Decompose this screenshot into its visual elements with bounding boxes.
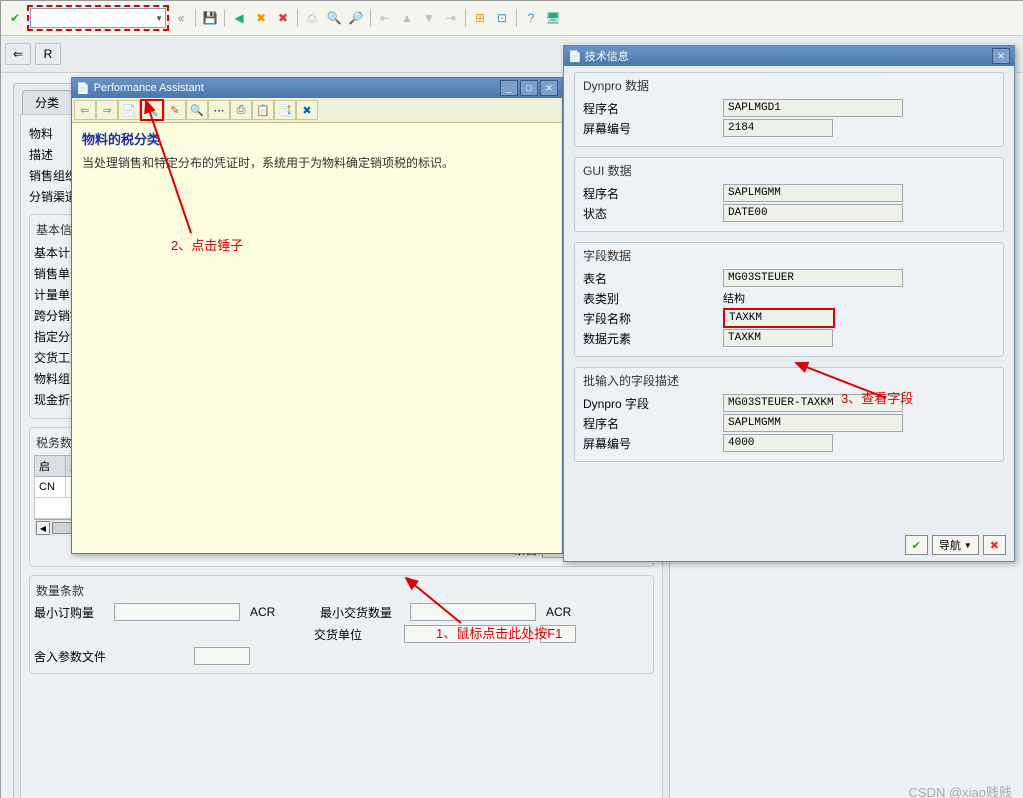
perf-heading: 物料的税分类	[82, 129, 552, 148]
tech-title-bar[interactable]: 📄 技术信息 ✕	[564, 46, 1014, 66]
shortcut-icon[interactable]: ⊡	[492, 8, 512, 28]
col-head[interactable]: 启	[35, 456, 66, 477]
doc-icon[interactable]: 📄	[118, 100, 140, 120]
performance-assistant-window: 📄 Performance Assistant _ □ ✕ ⇐ ⇒ 📄 🔧 ✎ …	[71, 77, 563, 554]
program-name-value[interactable]: SAPLMGMM	[723, 184, 903, 202]
command-field-highlight: ▼	[27, 5, 169, 31]
window-icon: 📄	[76, 82, 90, 95]
print-icon[interactable]: ⎙	[230, 100, 252, 120]
screen-number-label: 屏幕编号	[583, 120, 723, 137]
cancel-icon[interactable]: ✖	[273, 8, 293, 28]
nav-fwd-icon[interactable]: ⇒	[96, 100, 118, 120]
next-page-icon[interactable]: ▼	[419, 8, 439, 28]
tech-info-button[interactable]: 🔧	[140, 99, 164, 121]
table-name-label: 表名	[583, 270, 723, 287]
table-category-value: 结构	[723, 290, 745, 306]
save-icon[interactable]: 💾	[200, 8, 220, 28]
minimize-button[interactable]: _	[500, 80, 518, 96]
qty-title: 数量条款	[34, 580, 649, 603]
cancel-button[interactable]: ✖	[983, 535, 1006, 555]
table-category-label: 表类别	[583, 290, 723, 307]
next-material-button[interactable]: R	[35, 43, 61, 65]
min-deliv-label: 最小交货数量	[320, 604, 400, 621]
dynpro-data-group: Dynpro 数据 程序名SAPLMGD1 屏幕编号2184	[574, 72, 1004, 147]
prev-material-button[interactable]: ⇐	[5, 43, 31, 65]
find-icon[interactable]: 🔍	[186, 100, 208, 120]
screen-number-value[interactable]: 2184	[723, 119, 833, 137]
data-element-label: 数据元素	[583, 330, 723, 347]
nav-back-icon[interactable]: ⇐	[74, 100, 96, 120]
dynpro-field-label: Dynpro 字段	[583, 395, 723, 412]
program-name-label: 程序名	[583, 100, 723, 117]
round-profile-label: 舍入参数文件	[34, 648, 114, 665]
tech-title: 技术信息	[585, 51, 629, 63]
batch-input-group: 批输入的字段描述 Dynpro 字段MG03STEUER-TAXKM 程序名SA…	[574, 367, 1004, 462]
first-page-icon[interactable]: ⇤	[375, 8, 395, 28]
last-page-icon[interactable]: ⇥	[441, 8, 461, 28]
min-order-label: 最小订购量	[34, 604, 104, 621]
group-title: Dynpro 数据	[583, 77, 995, 98]
acr-label2: ACR	[546, 605, 576, 619]
group-title: 字段数据	[583, 247, 995, 268]
program-name-value[interactable]: SAPLMGMM	[723, 414, 903, 432]
layout-icon[interactable]: 📑	[274, 100, 296, 120]
find-next-icon[interactable]: 🔎	[346, 8, 366, 28]
perf-title: Performance Assistant	[94, 82, 204, 94]
layout-icon[interactable]: 🖥	[543, 8, 563, 28]
deliv-unit-uom-input[interactable]	[540, 625, 576, 643]
history-back-icon[interactable]: «	[171, 8, 191, 28]
min-order-input[interactable]	[114, 603, 240, 621]
navigate-button[interactable]: 导航 ▼	[932, 535, 979, 555]
command-field[interactable]: ▼	[30, 8, 166, 28]
screen-number-label: 屏幕编号	[583, 435, 723, 452]
field-name-value[interactable]: TAXKM	[723, 308, 835, 328]
min-deliv-input[interactable]	[410, 603, 536, 621]
table-name-value[interactable]: MG03STEUER	[723, 269, 903, 287]
close-button[interactable]: ✕	[992, 48, 1010, 64]
scroll-left-icon[interactable]: ◀	[36, 521, 50, 535]
field-name-label: 字段名称	[583, 310, 723, 327]
qty-group: 数量条款 最小订购量 ACR 最小交货数量 ACR 交货单位 舍入参数文件	[29, 575, 654, 674]
program-name-label: 程序名	[583, 415, 723, 432]
more-icon[interactable]: ⋯	[208, 100, 230, 120]
close-button[interactable]: ✕	[540, 80, 558, 96]
close-help-icon[interactable]: ✖	[296, 100, 318, 120]
cell-country-code: CN	[35, 477, 66, 498]
dynpro-field-value[interactable]: MG03STEUER-TAXKM	[723, 394, 903, 412]
acr-label: ACR	[250, 605, 280, 619]
edit-icon[interactable]: ✎	[164, 100, 186, 120]
status-value[interactable]: DATE00	[723, 204, 903, 222]
technical-info-window: 📄 技术信息 ✕ Dynpro 数据 程序名SAPLMGD1 屏幕编号2184 …	[563, 45, 1015, 562]
round-profile-input[interactable]	[194, 647, 250, 665]
exit-icon[interactable]: ✖	[251, 8, 271, 28]
screen-number-value[interactable]: 4000	[723, 434, 833, 452]
main-toolbar: ✔ ▼ « 💾 ◀ ✖ ✖ ⎙ 🔍 🔎 ⇤ ▲ ▼ ⇥ ⊞ ⊡ ? 🖥	[1, 1, 1023, 36]
field-data-group: 字段数据 表名MG03STEUER 表类别结构 字段名称TAXKM 数据元素TA…	[574, 242, 1004, 357]
new-session-icon[interactable]: ⊞	[470, 8, 490, 28]
deliv-unit-input[interactable]	[404, 625, 530, 643]
confirm-button[interactable]: ✔	[905, 535, 928, 555]
data-element-value[interactable]: TAXKM	[723, 329, 833, 347]
ok-icon[interactable]: ✔	[5, 8, 25, 28]
back-icon[interactable]: ◀	[229, 8, 249, 28]
program-name-label: 程序名	[583, 185, 723, 202]
tech-footer: ✔ 导航 ▼ ✖	[905, 535, 1006, 555]
status-label: 状态	[583, 205, 723, 222]
maximize-button[interactable]: □	[520, 80, 538, 96]
perf-title-bar[interactable]: 📄 Performance Assistant _ □ ✕	[72, 78, 562, 98]
print-icon[interactable]: ⎙	[302, 8, 322, 28]
help-icon[interactable]: ?	[521, 8, 541, 28]
perf-toolbar: ⇐ ⇒ 📄 🔧 ✎ 🔍 ⋯ ⎙ 📋 📑 ✖	[72, 98, 562, 123]
tab-classification[interactable]: 分类	[22, 90, 72, 114]
find-icon[interactable]: 🔍	[324, 8, 344, 28]
perf-text: 当处理销售和特定分布的凭证时，系统用于为物料确定销项税的标识。	[82, 154, 552, 173]
prev-page-icon[interactable]: ▲	[397, 8, 417, 28]
deliv-unit-label: 交货单位	[314, 626, 394, 643]
copy-icon[interactable]: 📋	[252, 100, 274, 120]
group-title: GUI 数据	[583, 162, 995, 183]
program-name-value[interactable]: SAPLMGD1	[723, 99, 903, 117]
group-title: 批输入的字段描述	[583, 372, 995, 393]
window-icon: 📄	[568, 51, 582, 63]
gui-data-group: GUI 数据 程序名SAPLMGMM 状态DATE00	[574, 157, 1004, 232]
